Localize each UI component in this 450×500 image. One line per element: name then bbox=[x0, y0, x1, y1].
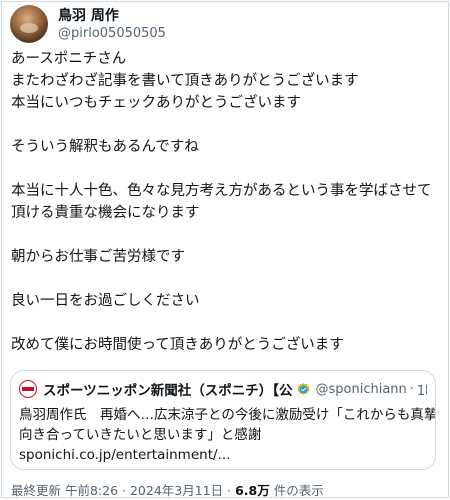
author-handle[interactable]: @pirlo05050505 bbox=[58, 25, 166, 42]
quoted-author-handle[interactable]: @sponichiann bbox=[315, 382, 406, 397]
tweet-line: またわざわざ記事を書いて頂きありがとうございます bbox=[11, 73, 359, 89]
author-display-name[interactable]: 鳥羽 周作 bbox=[58, 7, 166, 25]
quoted-author-display-name[interactable]: スポーツニッポン新聞社（スポニチ）【公 bbox=[43, 379, 292, 399]
quoted-tweet-text: 鳥羽周作氏 再婚へ…広末涼子との今後に激励受け「これからも真摯に 向き合っていき… bbox=[19, 405, 436, 465]
tweet-line: 朝からお仕事ご苦労様です bbox=[11, 249, 185, 265]
tweet-metadata: 最終更新 午前8:26 · 2024年3月11日 · 6.8万 件の表示 bbox=[11, 480, 324, 498]
tweet-line: 本当に十人十色、色々な見方考え方があるという事を学ばさせて bbox=[11, 183, 432, 199]
tweet-line: 頂ける貴重な機会になります bbox=[11, 205, 200, 221]
quoted-tweet-line: 向き合っていきたいと思います」と感謝 bbox=[19, 427, 262, 443]
tweet-text: あースポニチさん またわざわざ記事を書いて頂きありがとうございます 本当にいつも… bbox=[11, 48, 447, 356]
quoted-author-avatar[interactable] bbox=[19, 380, 37, 398]
quoted-tweet-line: 鳥羽周作氏 再婚へ…広末涼子との今後に激励受け「これからも真摯に bbox=[19, 407, 436, 423]
tweet-line: そういう解釈もあるんですね bbox=[11, 139, 199, 155]
tweet-line: 良い一日をお過ごしください bbox=[11, 293, 200, 309]
author-avatar[interactable] bbox=[10, 5, 48, 43]
tweet-line: 本当にいつもチェックありがとうございます bbox=[11, 95, 301, 111]
view-count[interactable]: 6.8万 bbox=[235, 483, 270, 497]
author-names: 鳥羽 周作 @pirlo05050505 bbox=[58, 7, 166, 42]
quoted-tweet-time[interactable]: 1時間 bbox=[417, 380, 427, 399]
tweet-header: 鳥羽 周作 @pirlo05050505 bbox=[10, 2, 166, 46]
timestamp[interactable]: 最終更新 午前8:26 · 2024年3月11日 · bbox=[11, 483, 235, 497]
verified-badge-icon bbox=[297, 382, 310, 395]
view-count-label: 件の表示 bbox=[269, 483, 324, 498]
separator-dot: · bbox=[409, 381, 414, 397]
quoted-tweet[interactable]: スポーツニッポン新聞社（スポニチ）【公 @sponichiann · 1時間 鳥… bbox=[10, 370, 436, 470]
tweet-card: 鳥羽 周作 @pirlo05050505 あースポニチさん またわざわざ記事を書… bbox=[1, 1, 449, 498]
quoted-tweet-link[interactable]: sponichi.co.jp/entertainment/... bbox=[19, 445, 433, 465]
tweet-line: 改めて僕にお時間使って頂きありがとうございます bbox=[11, 337, 344, 353]
tweet-line: あースポニチさん bbox=[11, 51, 127, 67]
quoted-tweet-header: スポーツニッポン新聞社（スポニチ）【公 @sponichiann · 1時間 bbox=[19, 379, 427, 399]
